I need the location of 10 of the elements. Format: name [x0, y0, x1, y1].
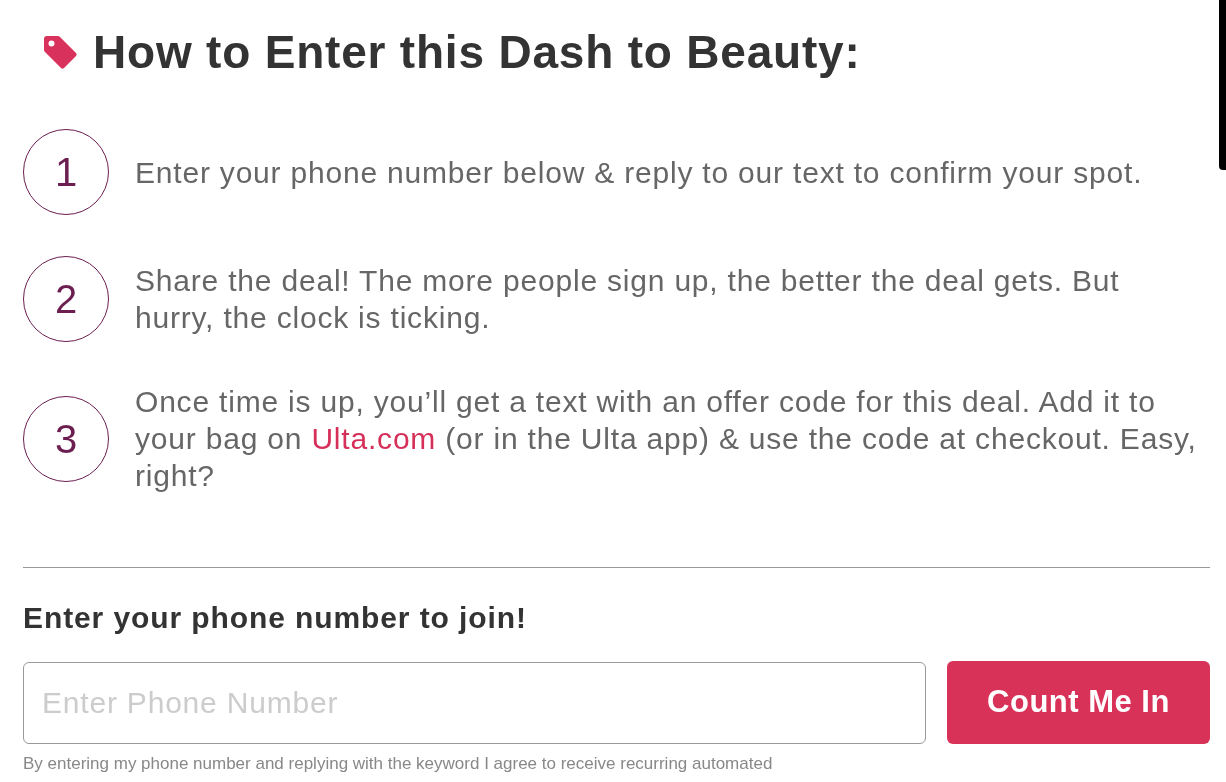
step-description: Share the deal! The more people sign up, the better the deal gets. But hurry, the clock is ticking. — [135, 263, 1121, 336]
step-description: Once time is up, you’ll get a text with an offer code for this deal. Add it to your bag on Ulta.com (or in the Ulta app) & use the code at checkout. Easy, right? — [135, 384, 1198, 494]
ulta-link[interactable]: Ulta.com — [311, 422, 437, 455]
step-description: Enter your phone number below & reply to our text to confirm your spot. — [135, 154, 1144, 191]
page-heading: How to Enter this Dash to Beauty: — [93, 25, 861, 80]
tag-icon — [42, 34, 78, 70]
disclaimer-text: By entering my phone number and replying with the keyword I agree to receive recurring automated — [23, 754, 774, 774]
count-me-in-button[interactable]: Count Me In — [947, 661, 1210, 744]
signup-label: Enter your phone number to join! — [23, 601, 528, 635]
scrollbar-thumb[interactable] — [1219, 0, 1226, 170]
